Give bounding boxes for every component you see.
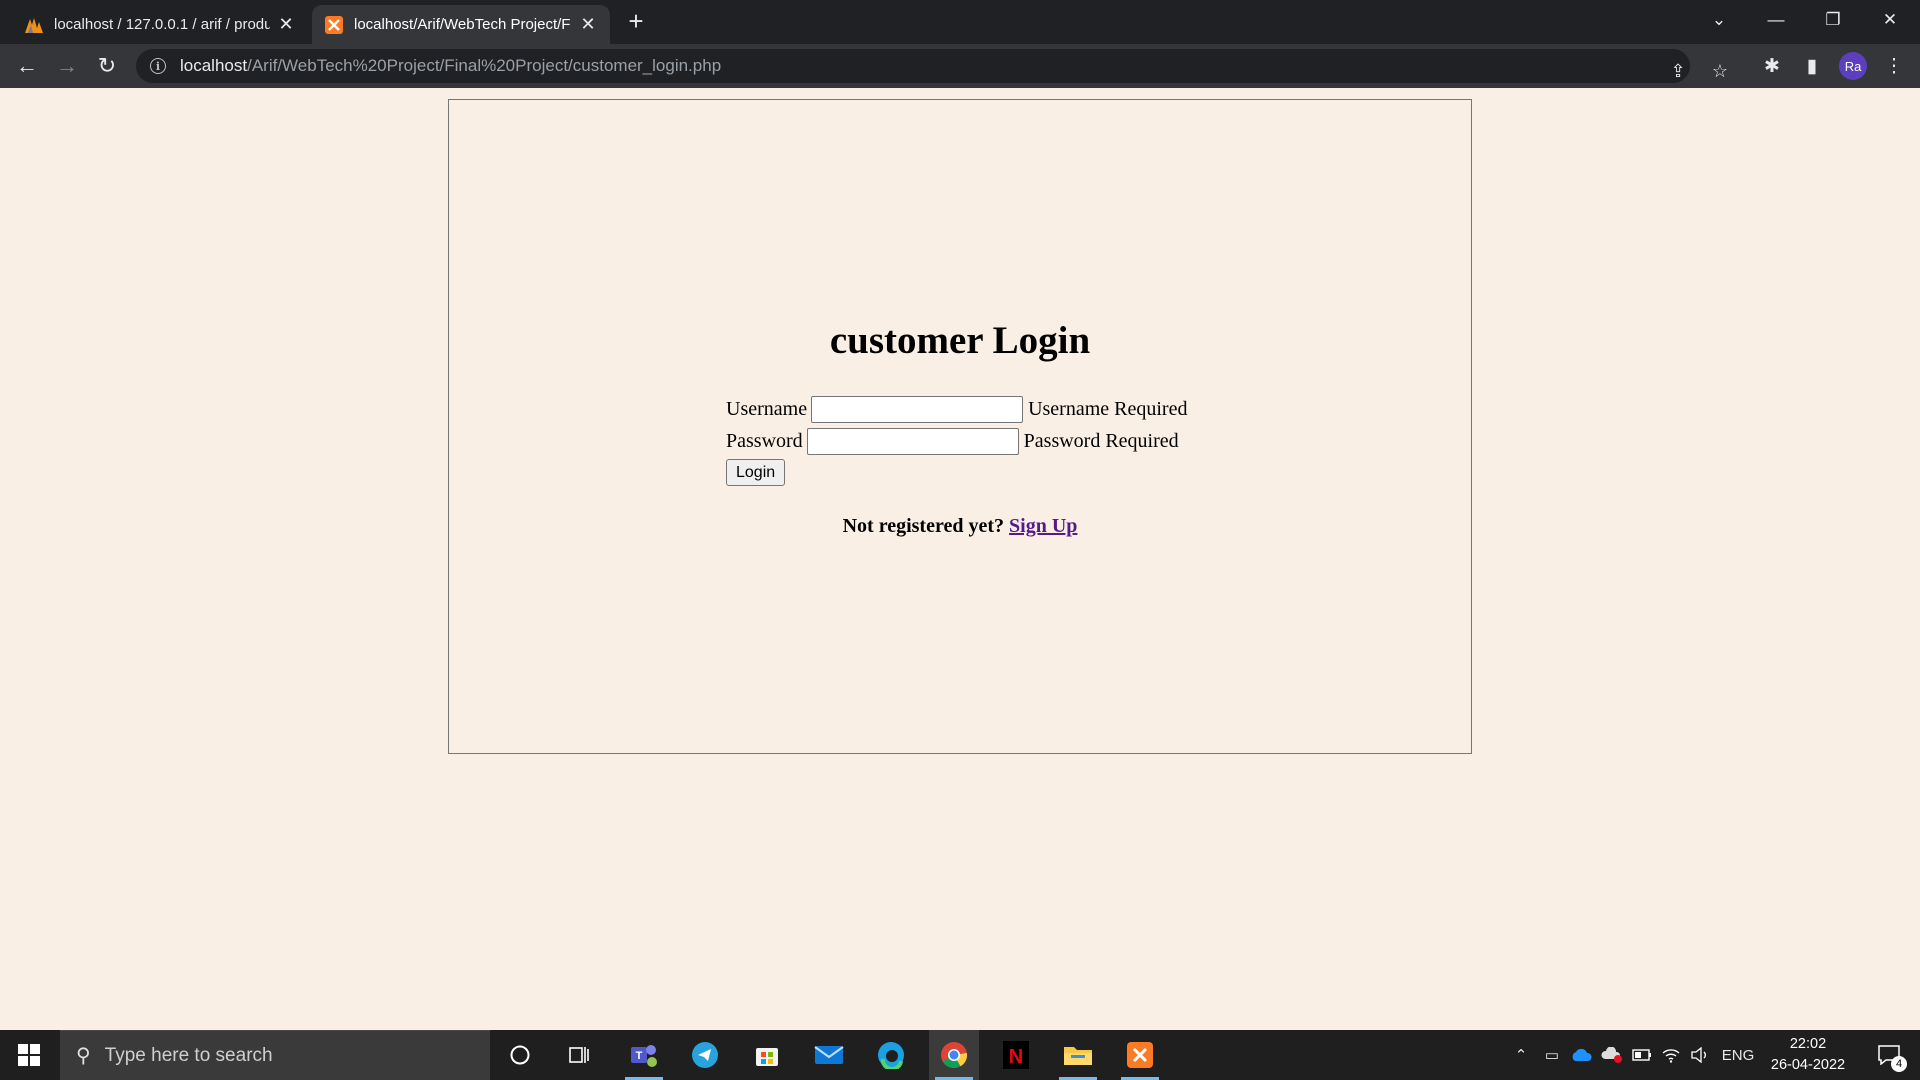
- url-text[interactable]: localhost/Arif/WebTech%20Project/Final%2…: [180, 56, 721, 76]
- page-title: customer Login: [829, 319, 1091, 362]
- clock-date: 26-04-2022: [1770, 1057, 1846, 1073]
- minimize-icon[interactable]: —: [1748, 0, 1804, 40]
- tab-search-icon[interactable]: ⌄: [1691, 0, 1747, 40]
- notification-count-badge: 4: [1891, 1056, 1907, 1072]
- signup-prompt: Not registered yet? Sign Up: [449, 515, 1471, 538]
- new-tab-button[interactable]: +: [622, 8, 650, 36]
- teams-icon[interactable]: T: [619, 1030, 669, 1080]
- volume-icon[interactable]: [1688, 1030, 1712, 1080]
- login-button[interactable]: Login: [726, 459, 786, 486]
- password-error: Password Required: [1023, 429, 1179, 452]
- xampp-icon[interactable]: [1115, 1030, 1165, 1080]
- site-info-icon[interactable]: i: [150, 58, 166, 74]
- signup-prompt-text: Not registered yet?: [842, 515, 1005, 537]
- search-placeholder: Type here to search: [104, 1044, 273, 1066]
- windows-start-icon[interactable]: [0, 1030, 58, 1080]
- tab-title: localhost / 127.0.0.1 / arif / produ: [54, 16, 270, 33]
- taskbar-search-input[interactable]: ⚲ Type here to search: [60, 1030, 490, 1080]
- signup-link[interactable]: Sign Up: [1009, 515, 1077, 537]
- cortana-icon[interactable]: [495, 1030, 545, 1080]
- battery-icon[interactable]: [1630, 1030, 1654, 1080]
- microsoft-store-icon[interactable]: [742, 1030, 792, 1080]
- netflix-icon[interactable]: N: [991, 1030, 1041, 1080]
- close-tab-icon[interactable]: ✕: [276, 14, 296, 35]
- search-icon: ⚲: [76, 1045, 91, 1067]
- telegram-icon[interactable]: [680, 1030, 730, 1080]
- phpmyadmin-icon: [24, 15, 44, 35]
- password-input[interactable]: [806, 427, 1019, 455]
- reload-icon[interactable]: ↻: [91, 50, 123, 82]
- profile-avatar[interactable]: Ra: [1839, 52, 1867, 80]
- chrome-icon[interactable]: [929, 1030, 979, 1080]
- onedrive-icon[interactable]: [1569, 1030, 1593, 1080]
- share-icon[interactable]: ⇪: [1666, 59, 1690, 83]
- browser-tab-strip: localhost / 127.0.0.1 / arif / produ ✕ l…: [0, 0, 1920, 44]
- taskbar-clock[interactable]: 22:02 26-04-2022: [1760, 1034, 1856, 1076]
- show-hidden-icons-icon[interactable]: ⌃: [1510, 1030, 1532, 1080]
- username-input[interactable]: [811, 395, 1024, 423]
- extensions-icon[interactable]: ✱: [1756, 50, 1788, 82]
- close-tab-icon[interactable]: ✕: [578, 14, 598, 35]
- password-label: Password: [726, 429, 803, 452]
- svg-text:T: T: [636, 1050, 643, 1062]
- language-indicator[interactable]: ENG: [1718, 1030, 1758, 1080]
- tab-customer-login[interactable]: localhost/Arif/WebTech Project/F ✕: [312, 5, 610, 44]
- username-label: Username: [726, 397, 808, 420]
- svg-text:N: N: [1009, 1046, 1023, 1068]
- file-explorer-icon[interactable]: [1053, 1030, 1103, 1080]
- password-row: Password Password Required: [726, 425, 1187, 457]
- edge-icon[interactable]: [866, 1030, 916, 1080]
- bookmark-star-icon[interactable]: ☆: [1708, 59, 1732, 83]
- tab-phpmyadmin[interactable]: localhost / 127.0.0.1 / arif / produ ✕: [12, 5, 308, 44]
- meet-now-icon[interactable]: ▭: [1541, 1030, 1563, 1080]
- username-error: Username Required: [1028, 397, 1188, 420]
- onedrive-error-icon[interactable]: [1600, 1030, 1624, 1080]
- back-icon[interactable]: ←: [11, 50, 43, 82]
- windows-taskbar: ⚲ Type here to search T N ⌃ ▭ ENG 22:02 …: [0, 1030, 1920, 1080]
- restore-icon[interactable]: ❐: [1805, 0, 1861, 40]
- task-view-icon[interactable]: [555, 1030, 605, 1080]
- address-bar[interactable]: i localhost/Arif/WebTech%20Project/Final…: [136, 49, 1728, 83]
- login-container: customer Login Username Username Require…: [448, 99, 1472, 754]
- login-form: Username Username Required Password Pass…: [726, 393, 1187, 486]
- close-window-icon[interactable]: ✕: [1862, 0, 1918, 40]
- browser-toolbar: ← → ↻ i localhost/Arif/WebTech%20Project…: [0, 44, 1920, 88]
- side-panel-icon[interactable]: ▮: [1796, 50, 1828, 82]
- clock-time: 22:02: [1789, 1036, 1827, 1052]
- username-row: Username Username Required: [726, 393, 1187, 425]
- wifi-icon[interactable]: [1659, 1030, 1683, 1080]
- tab-title: localhost/Arif/WebTech Project/F: [354, 16, 571, 33]
- xampp-icon: [324, 15, 344, 35]
- mail-icon[interactable]: [804, 1030, 854, 1080]
- notification-center-icon[interactable]: 4: [1864, 1030, 1914, 1080]
- forward-icon[interactable]: →: [51, 50, 83, 82]
- menu-icon[interactable]: ⋮: [1878, 50, 1910, 82]
